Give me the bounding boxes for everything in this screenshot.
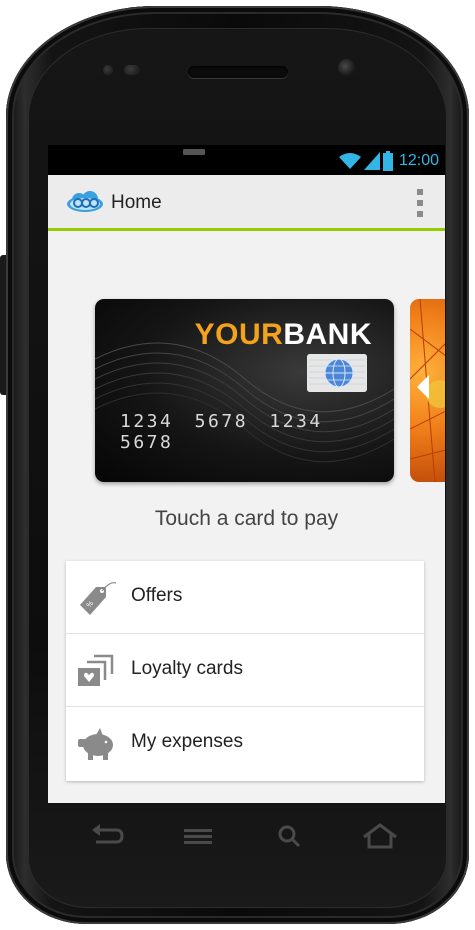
menu-item-loyalty-cards[interactable]: Loyalty cards — [66, 634, 424, 707]
signal-icon — [363, 152, 380, 170]
overflow-dot — [417, 211, 423, 217]
screen: 12:00 Home YOURBANK 1234 5678 1234 5678 … — [48, 145, 445, 803]
phone-frame: 12:00 Home YOURBANK 1234 5678 1234 5678 … — [0, 0, 475, 930]
menu-item-label: My expenses — [131, 731, 243, 752]
bank-name-part2: BANK — [283, 318, 372, 351]
front-camera — [338, 59, 356, 77]
piggy-bank-icon — [78, 728, 113, 760]
notification-icon — [183, 149, 205, 155]
overflow-dot — [417, 200, 423, 206]
bank-name-part1: YOUR — [194, 318, 284, 351]
action-bar: Home — [48, 175, 445, 231]
menu-item-my-expenses[interactable]: My expenses — [66, 707, 424, 780]
status-icons: 12:00 — [338, 150, 439, 172]
main-menu-list: % Offers Loyalty cards My expenses — [66, 561, 424, 781]
earpiece-speaker — [188, 66, 288, 78]
swipe-left-icon — [417, 375, 429, 399]
navigation-bar — [48, 803, 445, 871]
bank-name: YOURBANK — [195, 318, 372, 352]
status-bar: 12:00 — [48, 145, 445, 175]
payment-card[interactable]: YOURBANK 1234 5678 1234 5678 — [95, 299, 394, 482]
loyalty-cards-icon — [78, 654, 114, 686]
menu-item-label: Offers — [131, 585, 183, 606]
cloud-logo-icon[interactable] — [65, 190, 105, 214]
price-tag-icon: % — [80, 582, 116, 615]
status-time: 12:00 — [398, 152, 439, 169]
menu-icon[interactable] — [178, 821, 218, 853]
overflow-dot — [417, 189, 423, 195]
card-hologram-icon — [307, 354, 367, 392]
overflow-menu-icon[interactable] — [415, 189, 425, 217]
next-payment-card[interactable] — [410, 299, 445, 482]
battery-icon — [382, 151, 393, 171]
wifi-icon — [338, 153, 361, 169]
home-icon[interactable] — [360, 821, 400, 853]
proximity-sensor — [103, 65, 113, 75]
light-sensor — [124, 65, 140, 75]
touch-card-prompt: Touch a card to pay — [154, 507, 339, 530]
back-icon[interactable] — [88, 821, 128, 853]
card-number: 1234 5678 1234 5678 — [120, 411, 323, 453]
menu-item-offers[interactable]: % Offers — [66, 561, 424, 634]
menu-item-label: Loyalty cards — [131, 658, 243, 679]
search-icon[interactable] — [270, 821, 310, 853]
page-title: Home — [111, 192, 162, 213]
